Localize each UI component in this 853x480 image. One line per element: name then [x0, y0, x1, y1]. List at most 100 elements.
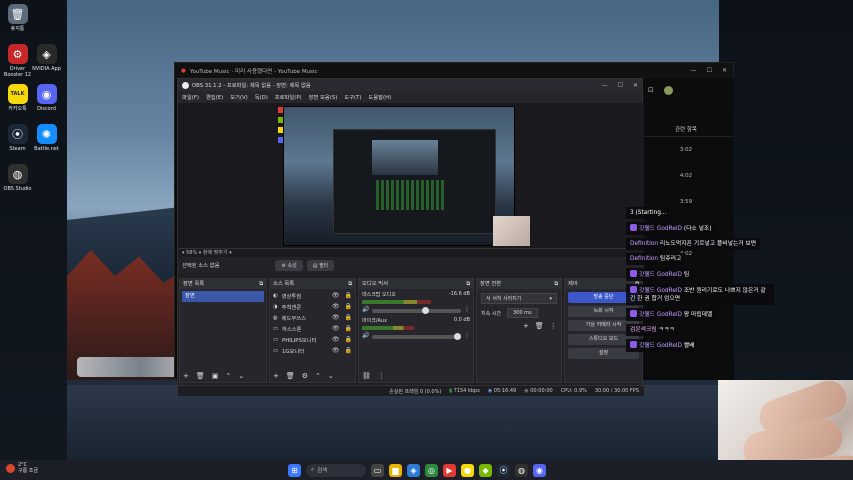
filters-button[interactable]: ▤ 필터 [306, 259, 335, 271]
steam-icon[interactable]: ⦿ [497, 463, 510, 477]
menu-item[interactable]: 장면 모음(S) [309, 93, 338, 101]
lock-icon[interactable]: 🔒 [345, 347, 352, 354]
taskview-icon[interactable]: ▭ [371, 463, 384, 477]
source-item[interactable]: ▭ 1G모니터 👁 🔒 [270, 345, 355, 356]
photos-icon[interactable]: ◈ [407, 463, 420, 477]
volume-slider[interactable] [372, 307, 461, 314]
youtube-music-icon[interactable]: ▶ [443, 463, 456, 477]
mixer-link-icon[interactable]: ⛓ [362, 372, 371, 380]
dock-menu-icon[interactable]: ⧉ [259, 279, 263, 289]
transitions-header: 장면 전환 [480, 281, 502, 287]
eye-icon[interactable]: 👁 [332, 336, 340, 343]
chat-username: 검은색크림 [630, 327, 657, 333]
source-settings-button[interactable]: ⚙ [302, 372, 308, 380]
source-item[interactable]: ▭ 하스스톤 👁 🔒 [270, 323, 355, 334]
nvidia-icon[interactable]: ◆ [479, 463, 492, 477]
desktop-icon[interactable]: 🗑 휴지통 [1, 4, 34, 32]
preview-canvas [283, 106, 515, 246]
queue-item-duration[interactable]: 3:02 [638, 137, 734, 163]
remove-transition-button[interactable]: 🗑 [535, 322, 544, 330]
rec-timer: ◉ 00:00:00 [524, 388, 553, 394]
dock-menu-icon[interactable]: ⧉ [554, 279, 558, 289]
menu-item[interactable]: 도움말(H) [368, 93, 391, 101]
weather-widget[interactable]: 2°C 구름 조금 [6, 462, 38, 474]
obs-icon[interactable]: ◍ [515, 463, 528, 477]
close-button[interactable]: ✕ [722, 67, 727, 74]
add-scene-button[interactable]: + [183, 372, 189, 380]
menu-item[interactable]: 프로파일(P) [275, 93, 302, 101]
lock-icon[interactable]: 🔒 [345, 303, 352, 310]
source-up-button[interactable]: ⌃ [315, 372, 321, 380]
duration-input[interactable]: 300 ms [507, 308, 538, 318]
scene-settings-button[interactable]: ▣ [212, 372, 219, 380]
eye-icon[interactable]: 👁 [332, 303, 340, 310]
search-input[interactable]: ⌕ 검색 [306, 463, 366, 477]
transitions-dock: 장면 전환 ⧉ 서 서히 사라지기 ▾ 지속 시간 300 ms + 🗑 ⋮ [476, 278, 562, 383]
chrome-icon[interactable]: ◎ [425, 463, 438, 477]
fps-indicator: 30.00 / 30.00 FPS [594, 388, 639, 394]
obs-preview[interactable] [178, 103, 644, 248]
source-name: PHILIPS모니터 [282, 337, 317, 344]
menu-item[interactable]: 파일(F) [182, 93, 199, 101]
weather-icon [6, 463, 15, 473]
transition-menu-button[interactable]: ⋮ [550, 322, 557, 330]
minimize-button[interactable]: — [691, 67, 697, 74]
lock-icon[interactable]: 🔒 [345, 336, 352, 343]
transition-select[interactable]: 서 서히 사라지기 ▾ [481, 293, 557, 304]
scene-item[interactable]: 장면 [182, 291, 264, 302]
menu-item[interactable]: 도구(T) [344, 93, 361, 101]
desktop-icon[interactable]: ✺ Battle.net [30, 124, 63, 152]
obs-minimize-button[interactable]: — [602, 82, 608, 89]
source-item[interactable]: ◑ 주척센쿤 👁 🔒 [270, 301, 355, 312]
desktop-icon[interactable]: ◉ Discord [30, 84, 63, 112]
speaker-icon[interactable]: 🔊 [362, 332, 369, 339]
properties-button[interactable]: ⚙ 속성 [275, 259, 303, 271]
eye-icon[interactable]: 👁 [332, 314, 340, 321]
zoom-controls[interactable]: ▾ 58% ▾ 창에 맞추기 ▾ [178, 248, 644, 257]
discord-icon[interactable]: ◉ [533, 463, 546, 477]
eye-icon[interactable]: 👁 [332, 325, 340, 332]
lock-icon[interactable]: 🔒 [345, 325, 352, 332]
chat-message: 3 (Starting... [626, 207, 671, 219]
maximize-button[interactable]: ☐ [707, 67, 712, 74]
remove-source-button[interactable]: 🗑 [286, 372, 295, 380]
obs-close-button[interactable]: ✕ [633, 82, 638, 89]
desktop-icon[interactable]: ◍ OBS Studio [1, 164, 34, 192]
menu-item[interactable]: 편집(E) [206, 93, 223, 101]
kakaotalk-icon[interactable]: ● [461, 463, 474, 477]
mixer-settings-icon[interactable]: ⋮ [464, 332, 470, 339]
mixer-db: -16.6 dB [448, 291, 470, 297]
add-transition-button[interactable]: + [523, 322, 529, 330]
source-item[interactable]: ◍ 에드부쓰스 👁 🔒 [270, 312, 355, 323]
avatar[interactable] [663, 86, 673, 95]
scene-down-button[interactable]: ⌄ [238, 372, 244, 380]
source-down-button[interactable]: ⌄ [328, 372, 334, 380]
add-source-button[interactable]: + [273, 372, 279, 380]
source-item[interactable]: ▭ PHILIPS모니터 👁 🔒 [270, 334, 355, 345]
chat-text: 팀쥬러고 [659, 256, 682, 262]
eye-icon[interactable]: 👁 [332, 292, 340, 299]
speaker-icon[interactable]: 🔊 [362, 306, 369, 313]
scene-up-button[interactable]: ⌃ [225, 372, 231, 380]
eye-icon[interactable]: 👁 [332, 347, 340, 354]
obs-maximize-button[interactable]: ☐ [618, 82, 623, 89]
dock-menu-icon[interactable]: ⧉ [466, 279, 470, 289]
dock-menu-icon[interactable]: ⧉ [348, 279, 352, 289]
file-explorer-icon[interactable]: ▆ [389, 463, 402, 477]
remove-scene-button[interactable]: 🗑 [196, 372, 205, 380]
volume-slider[interactable] [372, 333, 462, 340]
start-icon[interactable]: ⊞ [288, 463, 301, 477]
chat-overlay: 3 (Starting... 갓웰드 GodRelD (다소 넣조) Definit… [626, 207, 776, 382]
desktop-icon[interactable]: ◈ NVIDIA App [30, 44, 63, 72]
menu-item[interactable]: 보기(V) [230, 93, 248, 101]
lock-icon[interactable]: 🔒 [345, 292, 352, 299]
menu-item[interactable]: 독(D) [255, 93, 268, 101]
mixer-menu-icon[interactable]: ⋮ [378, 372, 385, 380]
lock-icon[interactable]: 🔒 [345, 314, 352, 321]
obs-window[interactable]: OBS 31.1.2 - 프로파일: 제목 없음 - 장면: 제목 없음 — ☐… [177, 78, 644, 396]
queue-item-duration[interactable]: 4:02 [638, 163, 734, 189]
source-item[interactable]: ◐ 영상투썸 👁 🔒 [270, 290, 355, 301]
cast-icon[interactable]: ⊡ [648, 86, 654, 95]
mixer-settings-icon[interactable]: ⋮ [464, 306, 470, 313]
monitor-icon: ▭ [273, 336, 279, 343]
